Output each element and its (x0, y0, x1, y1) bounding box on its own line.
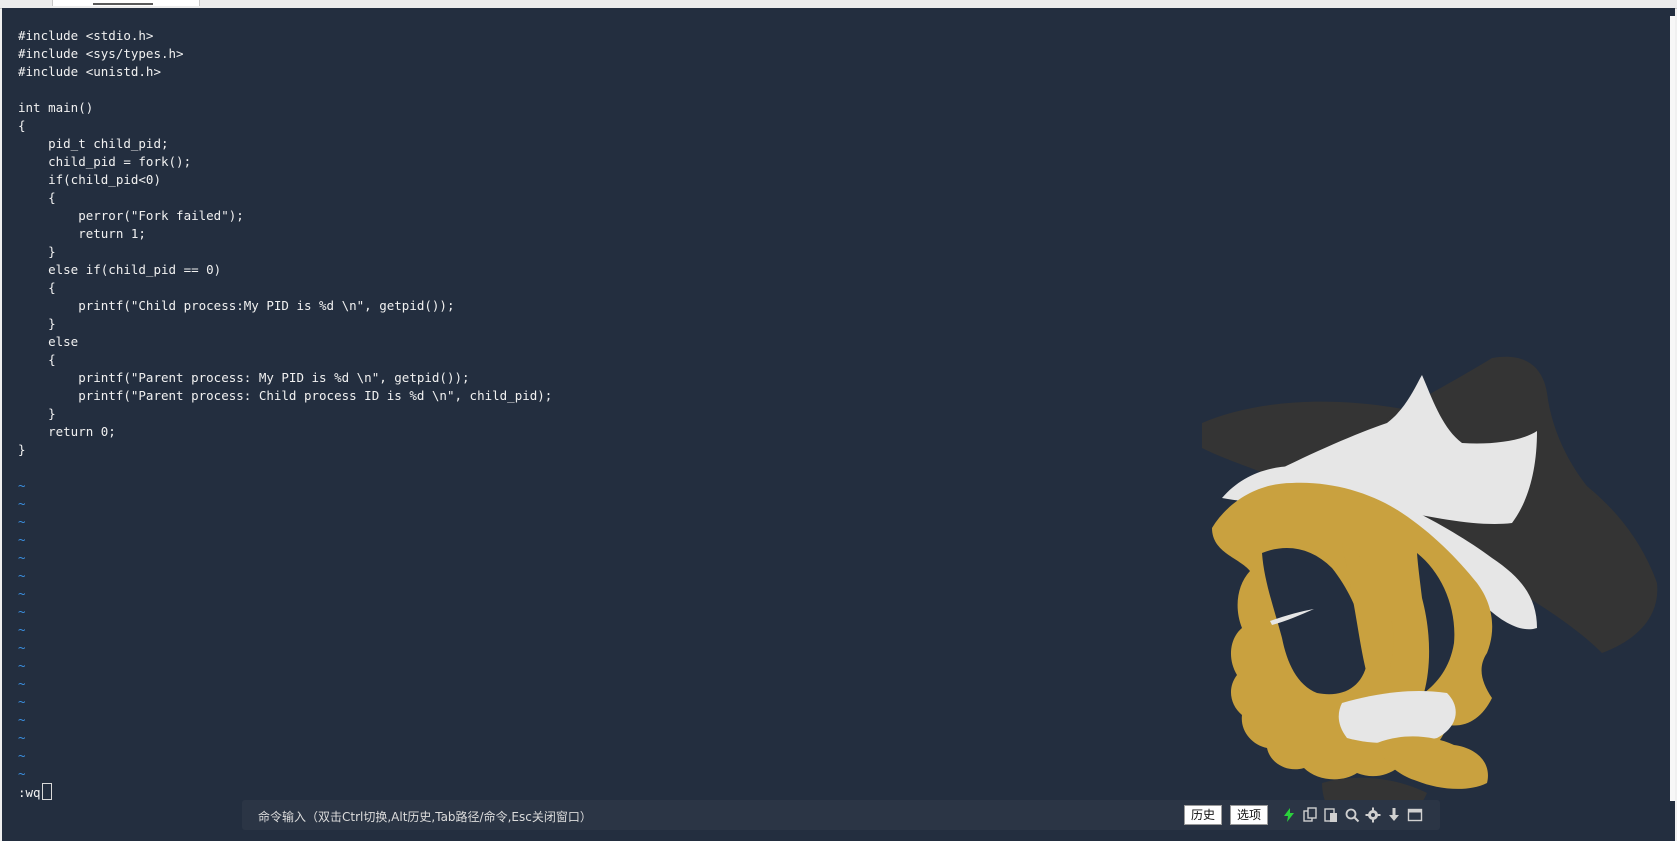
code-line: printf("Parent process: My PID is %d \n"… (18, 370, 470, 385)
code-line: int main() (18, 100, 94, 115)
paste-icon[interactable] (1323, 807, 1339, 823)
code-line: #include <stdio.h> (18, 28, 154, 43)
empty-line-marker: ~ (18, 586, 26, 601)
code-line: else if(child_pid == 0) (18, 262, 222, 277)
code-line: else (18, 334, 79, 349)
lightning-icon[interactable] (1281, 807, 1297, 823)
code-line: printf("Parent process: Child process ID… (18, 388, 553, 403)
scrollbar-gutter[interactable] (1670, 16, 1675, 801)
empty-line-marker: ~ (18, 712, 26, 727)
empty-line-marker: ~ (18, 550, 26, 565)
code-line: pid_t child_pid; (18, 136, 169, 151)
code-line: { (18, 352, 56, 367)
code-line: } (18, 244, 56, 259)
code-line: #include <unistd.h> (18, 64, 161, 79)
code-line: { (18, 280, 56, 295)
empty-line-marker: ~ (18, 622, 26, 637)
code-line: { (18, 118, 26, 133)
code-line: perror("Fork failed"); (18, 208, 244, 223)
empty-line-marker: ~ (18, 604, 26, 619)
options-button[interactable]: 选项 (1230, 805, 1269, 825)
command-text: :wq (18, 785, 41, 800)
code-line: } (18, 316, 56, 331)
background-character-art (1202, 356, 1658, 829)
code-line: return 0; (18, 424, 116, 439)
empty-line-marker: ~ (18, 730, 26, 745)
code-line: } (18, 442, 26, 457)
terminal-pane[interactable]: #include <stdio.h> #include <sys/types.h>… (2, 8, 1675, 841)
empty-line-marker: ~ (18, 478, 26, 493)
code-line: } (18, 406, 56, 421)
vim-buffer[interactable]: #include <stdio.h> #include <sys/types.h>… (18, 27, 552, 801)
command-bar[interactable]: 命令输入（双击Ctrl切换,Alt历史,Tab路径/命令,Esc关闭窗口） 历史… (242, 800, 1440, 830)
history-button[interactable]: 历史 (1184, 805, 1223, 825)
command-input[interactable]: 命令输入（双击Ctrl切换,Alt历史,Tab路径/命令,Esc关闭窗口） (258, 808, 592, 825)
download-icon[interactable] (1386, 807, 1402, 823)
empty-line-marker: ~ (18, 514, 26, 529)
code-line: { (18, 190, 56, 205)
code-line: child_pid = fork(); (18, 154, 192, 169)
text-cursor (41, 783, 52, 800)
code-line: #include <sys/types.h> (18, 46, 184, 61)
search-icon[interactable] (1344, 807, 1360, 823)
empty-line-marker: ~ (18, 496, 26, 511)
terminal-window: #include <stdio.h> #include <sys/types.h>… (0, 0, 1677, 841)
empty-line-marker: ~ (18, 658, 26, 673)
window-icon[interactable] (1407, 807, 1423, 823)
empty-line-marker: ~ (18, 748, 26, 763)
empty-line-marker: ~ (18, 568, 26, 583)
empty-line-marker: ~ (18, 694, 26, 709)
command-line[interactable]: :wq (18, 783, 552, 801)
copy-icon[interactable] (1302, 807, 1318, 823)
empty-line-marker: ~ (18, 676, 26, 691)
gear-icon[interactable] (1365, 807, 1381, 823)
code-line: printf("Child process:My PID is %d \n", … (18, 298, 455, 313)
tab-active[interactable] (52, 0, 200, 6)
code-line: if(child_pid<0) (18, 172, 161, 187)
empty-line-marker: ~ (18, 640, 26, 655)
code-line: return 1; (18, 226, 146, 241)
empty-line-marker: ~ (18, 532, 26, 547)
empty-line-marker: ~ (18, 766, 26, 781)
